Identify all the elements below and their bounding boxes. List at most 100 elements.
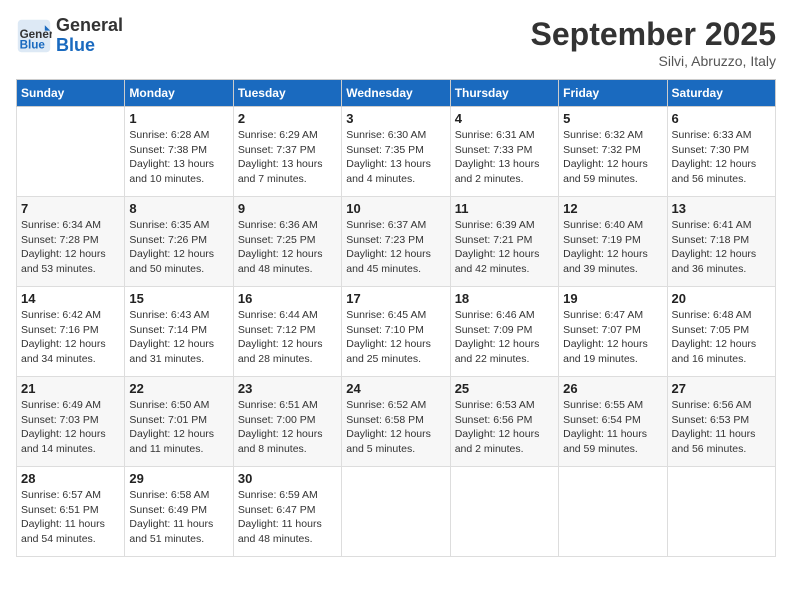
- day-info: Sunrise: 6:31 AMSunset: 7:33 PMDaylight:…: [455, 128, 554, 187]
- calendar-cell: 12 Sunrise: 6:40 AMSunset: 7:19 PMDayligh…: [559, 197, 667, 287]
- day-info: Sunrise: 6:28 AMSunset: 7:38 PMDaylight:…: [129, 128, 228, 187]
- calendar-cell: 17 Sunrise: 6:45 AMSunset: 7:10 PMDayligh…: [342, 287, 450, 377]
- calendar-cell: 21Sunrise: 6:49 AMSunset: 7:03 PMDayligh…: [17, 377, 125, 467]
- day-info: Sunrise: 6:37 AMSunset: 7:23 PMDaylight:…: [346, 218, 445, 277]
- day-number: 13: [672, 201, 771, 216]
- title-block: September 2025 Silvi, Abruzzo, Italy: [531, 16, 776, 69]
- day-number: 20: [672, 291, 771, 306]
- day-info: Sunrise: 6:57 AMSunset: 6:51 PMDaylight:…: [21, 488, 120, 547]
- calendar-cell: 9Sunrise: 6:36 AMSunset: 7:25 PMDaylight…: [233, 197, 341, 287]
- day-number: 27: [672, 381, 771, 396]
- calendar-cell: 27 Sunrise: 6:56 AMSunset: 6:53 PMDayligh…: [667, 377, 775, 467]
- location-subtitle: Silvi, Abruzzo, Italy: [531, 53, 776, 69]
- logo: General Blue General Blue: [16, 16, 123, 56]
- day-info: Sunrise: 6:56 AMSunset: 6:53 PMDaylight:…: [672, 398, 771, 457]
- day-info: Sunrise: 6:33 AMSunset: 7:30 PMDaylight:…: [672, 128, 771, 187]
- weekday-header: Sunday: [17, 80, 125, 107]
- day-info: Sunrise: 6:44 AMSunset: 7:12 PMDaylight:…: [238, 308, 337, 367]
- day-number: 6: [672, 111, 771, 126]
- day-number: 24: [346, 381, 445, 396]
- day-number: 9: [238, 201, 337, 216]
- day-info: Sunrise: 6:58 AMSunset: 6:49 PMDaylight:…: [129, 488, 228, 547]
- day-number: 11: [455, 201, 554, 216]
- day-info: Sunrise: 6:53 AMSunset: 6:56 PMDaylight:…: [455, 398, 554, 457]
- day-number: 22: [129, 381, 228, 396]
- day-number: 30: [238, 471, 337, 486]
- day-number: 5: [563, 111, 662, 126]
- day-info: Sunrise: 6:50 AMSunset: 7:01 PMDaylight:…: [129, 398, 228, 457]
- day-info: Sunrise: 6:29 AMSunset: 7:37 PMDaylight:…: [238, 128, 337, 187]
- day-number: 3: [346, 111, 445, 126]
- day-info: Sunrise: 6:59 AMSunset: 6:47 PMDaylight:…: [238, 488, 337, 547]
- calendar-week-row: 28 Sunrise: 6:57 AMSunset: 6:51 PMDayligh…: [17, 467, 776, 557]
- calendar-cell: 22 Sunrise: 6:50 AMSunset: 7:01 PMDayligh…: [125, 377, 233, 467]
- calendar-header: SundayMondayTuesdayWednesdayThursdayFrid…: [17, 80, 776, 107]
- day-number: 10: [346, 201, 445, 216]
- calendar-cell: 19 Sunrise: 6:47 AMSunset: 7:07 PMDayligh…: [559, 287, 667, 377]
- calendar-cell: 2Sunrise: 6:29 AMSunset: 7:37 PMDaylight…: [233, 107, 341, 197]
- day-info: Sunrise: 6:55 AMSunset: 6:54 PMDaylight:…: [563, 398, 662, 457]
- calendar-cell: 16 Sunrise: 6:44 AMSunset: 7:12 PMDayligh…: [233, 287, 341, 377]
- svg-text:Blue: Blue: [20, 38, 46, 51]
- calendar-cell: 7Sunrise: 6:34 AMSunset: 7:28 PMDaylight…: [17, 197, 125, 287]
- calendar-cell: 26 Sunrise: 6:55 AMSunset: 6:54 PMDayligh…: [559, 377, 667, 467]
- day-info: Sunrise: 6:42 AMSunset: 7:16 PMDaylight:…: [21, 308, 120, 367]
- month-title: September 2025: [531, 16, 776, 53]
- day-info: Sunrise: 6:41 AMSunset: 7:18 PMDaylight:…: [672, 218, 771, 277]
- day-number: 8: [129, 201, 228, 216]
- day-info: Sunrise: 6:35 AMSunset: 7:26 PMDaylight:…: [129, 218, 228, 277]
- day-info: Sunrise: 6:51 AMSunset: 7:00 PMDaylight:…: [238, 398, 337, 457]
- calendar-cell: 10 Sunrise: 6:37 AMSunset: 7:23 PMDayligh…: [342, 197, 450, 287]
- calendar-cell: 20 Sunrise: 6:48 AMSunset: 7:05 PMDayligh…: [667, 287, 775, 377]
- day-info: Sunrise: 6:40 AMSunset: 7:19 PMDaylight:…: [563, 218, 662, 277]
- calendar-cell: 18Sunrise: 6:46 AMSunset: 7:09 PMDayligh…: [450, 287, 558, 377]
- calendar-week-row: 1Sunrise: 6:28 AMSunset: 7:38 PMDaylight…: [17, 107, 776, 197]
- day-info: Sunrise: 6:49 AMSunset: 7:03 PMDaylight:…: [21, 398, 120, 457]
- day-number: 25: [455, 381, 554, 396]
- day-info: Sunrise: 6:52 AMSunset: 6:58 PMDaylight:…: [346, 398, 445, 457]
- weekday-header: Monday: [125, 80, 233, 107]
- day-number: 14: [21, 291, 120, 306]
- day-number: 26: [563, 381, 662, 396]
- calendar-cell: 11 Sunrise: 6:39 AMSunset: 7:21 PMDayligh…: [450, 197, 558, 287]
- calendar-cell: 8 Sunrise: 6:35 AMSunset: 7:26 PMDaylight…: [125, 197, 233, 287]
- logo-icon: General Blue: [16, 18, 52, 54]
- calendar-cell: [667, 467, 775, 557]
- day-number: 17: [346, 291, 445, 306]
- weekday-header: Saturday: [667, 80, 775, 107]
- day-number: 28: [21, 471, 120, 486]
- calendar-cell: [559, 467, 667, 557]
- day-number: 4: [455, 111, 554, 126]
- calendar-cell: 28 Sunrise: 6:57 AMSunset: 6:51 PMDayligh…: [17, 467, 125, 557]
- day-info: Sunrise: 6:43 AMSunset: 7:14 PMDaylight:…: [129, 308, 228, 367]
- day-info: Sunrise: 6:47 AMSunset: 7:07 PMDaylight:…: [563, 308, 662, 367]
- day-number: 23: [238, 381, 337, 396]
- day-info: Sunrise: 6:45 AMSunset: 7:10 PMDaylight:…: [346, 308, 445, 367]
- calendar-week-row: 14 Sunrise: 6:42 AMSunset: 7:16 PMDayligh…: [17, 287, 776, 377]
- calendar-cell: 15 Sunrise: 6:43 AMSunset: 7:14 PMDayligh…: [125, 287, 233, 377]
- day-number: 12: [563, 201, 662, 216]
- calendar-cell: 29 Sunrise: 6:58 AMSunset: 6:49 PMDayligh…: [125, 467, 233, 557]
- calendar-cell: 3 Sunrise: 6:30 AMSunset: 7:35 PMDaylight…: [342, 107, 450, 197]
- day-info: Sunrise: 6:39 AMSunset: 7:21 PMDaylight:…: [455, 218, 554, 277]
- day-number: 29: [129, 471, 228, 486]
- calendar-cell: 5 Sunrise: 6:32 AMSunset: 7:32 PMDaylight…: [559, 107, 667, 197]
- weekday-header: Tuesday: [233, 80, 341, 107]
- page-header: General Blue General Blue September 2025…: [16, 16, 776, 69]
- calendar-cell: 6 Sunrise: 6:33 AMSunset: 7:30 PMDaylight…: [667, 107, 775, 197]
- calendar-cell: 24 Sunrise: 6:52 AMSunset: 6:58 PMDayligh…: [342, 377, 450, 467]
- calendar-cell: [450, 467, 558, 557]
- day-number: 16: [238, 291, 337, 306]
- day-number: 19: [563, 291, 662, 306]
- day-info: Sunrise: 6:30 AMSunset: 7:35 PMDaylight:…: [346, 128, 445, 187]
- calendar-week-row: 7Sunrise: 6:34 AMSunset: 7:28 PMDaylight…: [17, 197, 776, 287]
- day-info: Sunrise: 6:48 AMSunset: 7:05 PMDaylight:…: [672, 308, 771, 367]
- day-number: 15: [129, 291, 228, 306]
- calendar-cell: 23 Sunrise: 6:51 AMSunset: 7:00 PMDayligh…: [233, 377, 341, 467]
- calendar-cell: 1Sunrise: 6:28 AMSunset: 7:38 PMDaylight…: [125, 107, 233, 197]
- day-info: Sunrise: 6:34 AMSunset: 7:28 PMDaylight:…: [21, 218, 120, 277]
- calendar-cell: [342, 467, 450, 557]
- weekday-header: Thursday: [450, 80, 558, 107]
- calendar-week-row: 21Sunrise: 6:49 AMSunset: 7:03 PMDayligh…: [17, 377, 776, 467]
- day-info: Sunrise: 6:32 AMSunset: 7:32 PMDaylight:…: [563, 128, 662, 187]
